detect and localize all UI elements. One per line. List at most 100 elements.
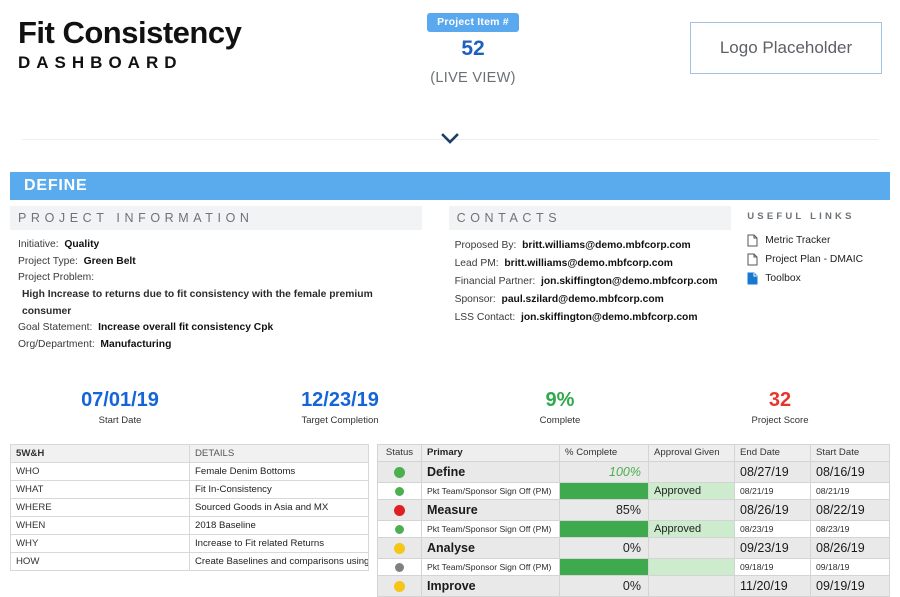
status-indicator-dot <box>395 525 404 534</box>
useful-link-item[interactable]: Project Plan - DMAIC <box>741 253 890 266</box>
approval-given-cell: Approved <box>649 520 735 537</box>
contact-row: Proposed By: britt.williams@demo.mbfcorp… <box>449 237 732 255</box>
status-indicator-dot <box>395 563 404 572</box>
five-w-h-detail: Female Denim Bottoms <box>190 462 369 480</box>
kpi-label: Start Date <box>10 415 230 426</box>
contact-row: Financial Partner: jon.skiffington@demo.… <box>449 273 732 291</box>
percent-complete-cell <box>560 482 649 499</box>
live-view-label: (LIVE VIEW) <box>398 70 548 86</box>
approval-given-cell <box>649 575 735 596</box>
five-w-h-key: WHERE <box>11 498 190 516</box>
table-row: Define100%08/27/1908/16/19 <box>378 461 890 482</box>
status-cell <box>378 537 422 558</box>
five-w-h-detail: Increase to Fit related Returns <box>190 534 369 552</box>
primary-task-name: Improve <box>422 575 560 596</box>
field-goal-statement-value: Increase overall fit consistency Cpk <box>98 322 273 333</box>
logo-placeholder: Logo Placeholder <box>690 22 882 74</box>
table-row: Analyse0%09/23/1908/26/19 <box>378 537 890 558</box>
contacts-panel: CONTACTS Proposed By: britt.williams@dem… <box>449 206 732 354</box>
approval-given-cell: Approved <box>649 482 735 499</box>
five-w-h-key: WHAT <box>11 480 190 498</box>
five-w-h-key: WHY <box>11 534 190 552</box>
status-indicator-dot <box>394 505 405 516</box>
start-date-cell: 08/16/19 <box>811 461 890 482</box>
title-block: Fit Consistency DASHBOARD <box>18 16 241 73</box>
field-goal-statement: Goal Statement: Increase overall fit con… <box>18 320 422 337</box>
percent-complete-cell: 0% <box>560 537 649 558</box>
approval-given-cell <box>649 461 735 482</box>
table-row: Measure85%08/26/1908/22/19 <box>378 499 890 520</box>
end-date-cell: 08/21/19 <box>735 482 811 499</box>
contact-label: Lead PM: <box>455 258 499 269</box>
kpi-value: 32 <box>670 388 890 412</box>
kpi-value: 12/23/19 <box>230 388 450 412</box>
five-w-h-header-key: 5W&H <box>11 444 190 462</box>
five-w-h-detail: Fit In-Consistency <box>190 480 369 498</box>
field-org-department-value: Manufacturing <box>100 339 171 350</box>
field-project-problem-value: High Increase to returns due to fit cons… <box>18 287 422 320</box>
field-initiative: Initiative: Quality <box>18 237 422 254</box>
field-initiative-value: Quality <box>64 239 99 250</box>
start-date-cell: 09/18/19 <box>811 558 890 575</box>
status-header-primary: Primary <box>422 444 560 461</box>
table-row: Improve0%11/20/1909/19/19 <box>378 575 890 596</box>
table-row: WHYIncrease to Fit related Returns <box>11 534 369 552</box>
tables-section: 5W&H DETAILS WHOFemale Denim BottomsWHAT… <box>0 444 900 597</box>
kpi-value: 07/01/19 <box>10 388 230 412</box>
chevron-down-icon[interactable] <box>439 130 461 148</box>
status-header-end-date: End Date <box>735 444 811 461</box>
field-project-type-label: Project Type: <box>18 256 78 267</box>
five-w-h-key: WHEN <box>11 516 190 534</box>
contact-label: Sponsor: <box>455 294 496 305</box>
useful-link-label: Toolbox <box>765 273 801 284</box>
status-indicator-dot <box>394 543 405 554</box>
field-initiative-label: Initiative: <box>18 239 59 250</box>
end-date-cell: 08/27/19 <box>735 461 811 482</box>
primary-task-name: Define <box>422 461 560 482</box>
start-date-cell: 08/26/19 <box>811 537 890 558</box>
useful-link-label: Metric Tracker <box>765 235 830 246</box>
progress-bar <box>560 521 648 537</box>
section-divider <box>0 124 900 154</box>
kpi-card: 32 Project Score <box>670 388 890 426</box>
document-icon <box>747 253 758 266</box>
start-date-cell: 08/23/19 <box>811 520 890 537</box>
contacts-heading: CONTACTS <box>449 206 732 230</box>
start-date-cell: 09/19/19 <box>811 575 890 596</box>
kpi-card: 9%Complete <box>450 388 670 426</box>
kpi-label: Project Score <box>670 415 890 426</box>
field-goal-statement-label: Goal Statement: <box>18 322 92 333</box>
status-header-status: Status <box>378 444 422 461</box>
field-org-department: Org/Department: Manufacturing <box>18 337 422 354</box>
kpi-value: 9% <box>450 388 670 412</box>
kpi-card: 07/01/19 Start Date <box>10 388 230 426</box>
info-section: PROJECT INFORMATION Initiative: Quality … <box>0 206 900 354</box>
contact-label: LSS Contact: <box>455 312 516 323</box>
useful-link-item[interactable]: Metric Tracker <box>741 234 890 247</box>
field-project-problem: Project Problem: High Increase to return… <box>18 270 422 320</box>
project-information-panel: PROJECT INFORMATION Initiative: Quality … <box>10 206 422 354</box>
table-header-row: 5W&H DETAILS <box>11 444 369 462</box>
contact-row: Sponsor: paul.szilard@demo.mbfcorp.com <box>449 291 732 309</box>
start-date-cell: 08/22/19 <box>811 499 890 520</box>
end-date-cell: 08/26/19 <box>735 499 811 520</box>
project-item-badge: Project Item # <box>427 13 519 32</box>
five-w-h-detail: Sourced Goods in Asia and MX <box>190 498 369 516</box>
project-information-fields: Initiative: Quality Project Type: Green … <box>10 237 422 354</box>
contact-value: jon.skiffington@demo.mbfcorp.com <box>521 312 698 323</box>
primary-task-name: Analyse <box>422 537 560 558</box>
table-row: WHEN2018 Baseline <box>11 516 369 534</box>
kpi-row: 07/01/19Start Date12/23/19Target Complet… <box>0 388 900 426</box>
project-information-heading: PROJECT INFORMATION <box>10 206 422 230</box>
page-title: Fit Consistency <box>18 16 241 51</box>
approval-given-cell <box>649 558 735 575</box>
useful-link-item[interactable]: Toolbox <box>741 272 890 285</box>
approval-given-cell <box>649 537 735 558</box>
primary-task-name: Pkt Team/Sponsor Sign Off (PM) <box>422 558 560 575</box>
end-date-cell: 08/23/19 <box>735 520 811 537</box>
useful-link-label: Project Plan - DMAIC <box>765 254 863 265</box>
page-subtitle: DASHBOARD <box>18 53 241 73</box>
percent-complete-cell <box>560 558 649 575</box>
status-cell <box>378 499 422 520</box>
table-row: Pkt Team/Sponsor Sign Off (PM)Approved08… <box>378 482 890 499</box>
